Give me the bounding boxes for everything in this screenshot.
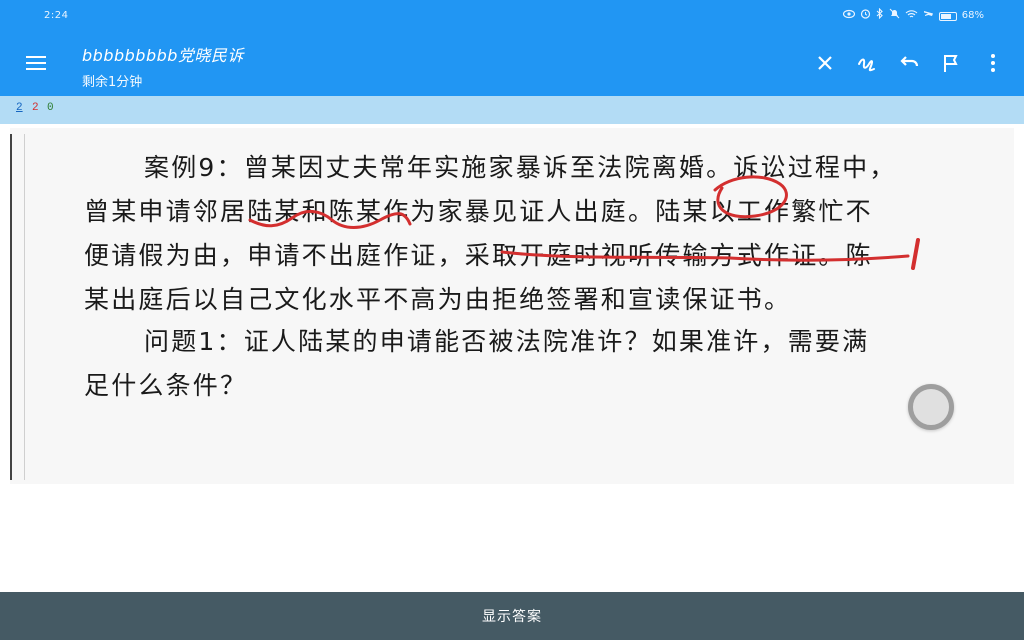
title-block: bbbbbbbbb党晓民诉 剩余1分钟 bbox=[82, 42, 244, 90]
close-button[interactable] bbox=[810, 48, 840, 78]
battery-icon bbox=[938, 11, 957, 21]
more-button[interactable] bbox=[978, 48, 1008, 78]
undo-icon bbox=[900, 56, 919, 67]
progress-count-blue[interactable]: 2 bbox=[16, 102, 23, 114]
airplane-icon bbox=[923, 8, 934, 24]
question-line: 案例9：曾某因丈夫常年实施家暴诉至法院离婚。诉讼过程中， bbox=[144, 153, 897, 182]
floating-assist-button[interactable] bbox=[908, 384, 954, 430]
bluetooth-icon bbox=[876, 7, 884, 24]
show-answer-label: 显示答案 bbox=[482, 609, 542, 625]
question-line: 问题1：证人陆某的申请能否被法院准许？如果准许，需要满 bbox=[144, 327, 870, 356]
page-edge-line bbox=[24, 134, 25, 480]
status-bar: 2:24 68% bbox=[0, 0, 1024, 32]
more-vert-icon bbox=[991, 54, 995, 72]
alarm-icon bbox=[860, 8, 871, 24]
app-screen: 2:24 68% bbbbbbbbb党晓民诉 剩余1分钟 2 2 0 案例9：曾… bbox=[0, 0, 1024, 640]
question-line: 某出庭后以自己文化水平不高为由拒绝签署和宣读保证书。 bbox=[84, 285, 792, 314]
progress-count-red: 2 bbox=[32, 102, 39, 114]
menu-icon bbox=[22, 56, 50, 70]
handwriting-icon bbox=[858, 58, 875, 72]
flag-icon bbox=[944, 55, 958, 72]
app-bar: bbbbbbbbb党晓民诉 剩余1分钟 bbox=[0, 32, 1024, 96]
show-answer-button[interactable]: 显示答案 bbox=[0, 592, 1024, 640]
question-line: 曾某申请邻居陆某和陈某作为家暴见证人出庭。陆某以工作繁忙不 bbox=[84, 197, 873, 226]
wifi-icon bbox=[905, 9, 918, 24]
question-card: 案例9：曾某因丈夫常年实施家暴诉至法院离婚。诉讼过程中， 曾某申请邻居陆某和陈某… bbox=[10, 128, 1014, 484]
battery-percent: 68% bbox=[961, 10, 984, 21]
undo-button[interactable] bbox=[894, 48, 924, 78]
question-line: 足什么条件？ bbox=[84, 371, 248, 400]
answer-progress-strip: 2 2 0 bbox=[0, 96, 1024, 124]
status-time: 2:24 bbox=[44, 10, 69, 21]
progress-count-green: 0 bbox=[47, 102, 54, 114]
toolbar bbox=[810, 48, 1008, 78]
menu-button[interactable] bbox=[22, 52, 50, 76]
time-remaining: 剩余1分钟 bbox=[82, 75, 143, 90]
eye-icon bbox=[842, 9, 855, 24]
page-title: bbbbbbbbb党晓民诉 bbox=[82, 46, 244, 65]
status-icons: 68% bbox=[842, 7, 984, 24]
flag-button[interactable] bbox=[936, 48, 966, 78]
left-border-line bbox=[10, 134, 12, 480]
handwriting-button[interactable] bbox=[852, 48, 882, 78]
mute-icon bbox=[889, 8, 900, 24]
tick-mark bbox=[911, 238, 920, 270]
close-icon bbox=[818, 56, 832, 70]
question-line: 便请假为由，申请不出庭作证，采取开庭时视听传输方式作证。陈 bbox=[84, 241, 873, 270]
